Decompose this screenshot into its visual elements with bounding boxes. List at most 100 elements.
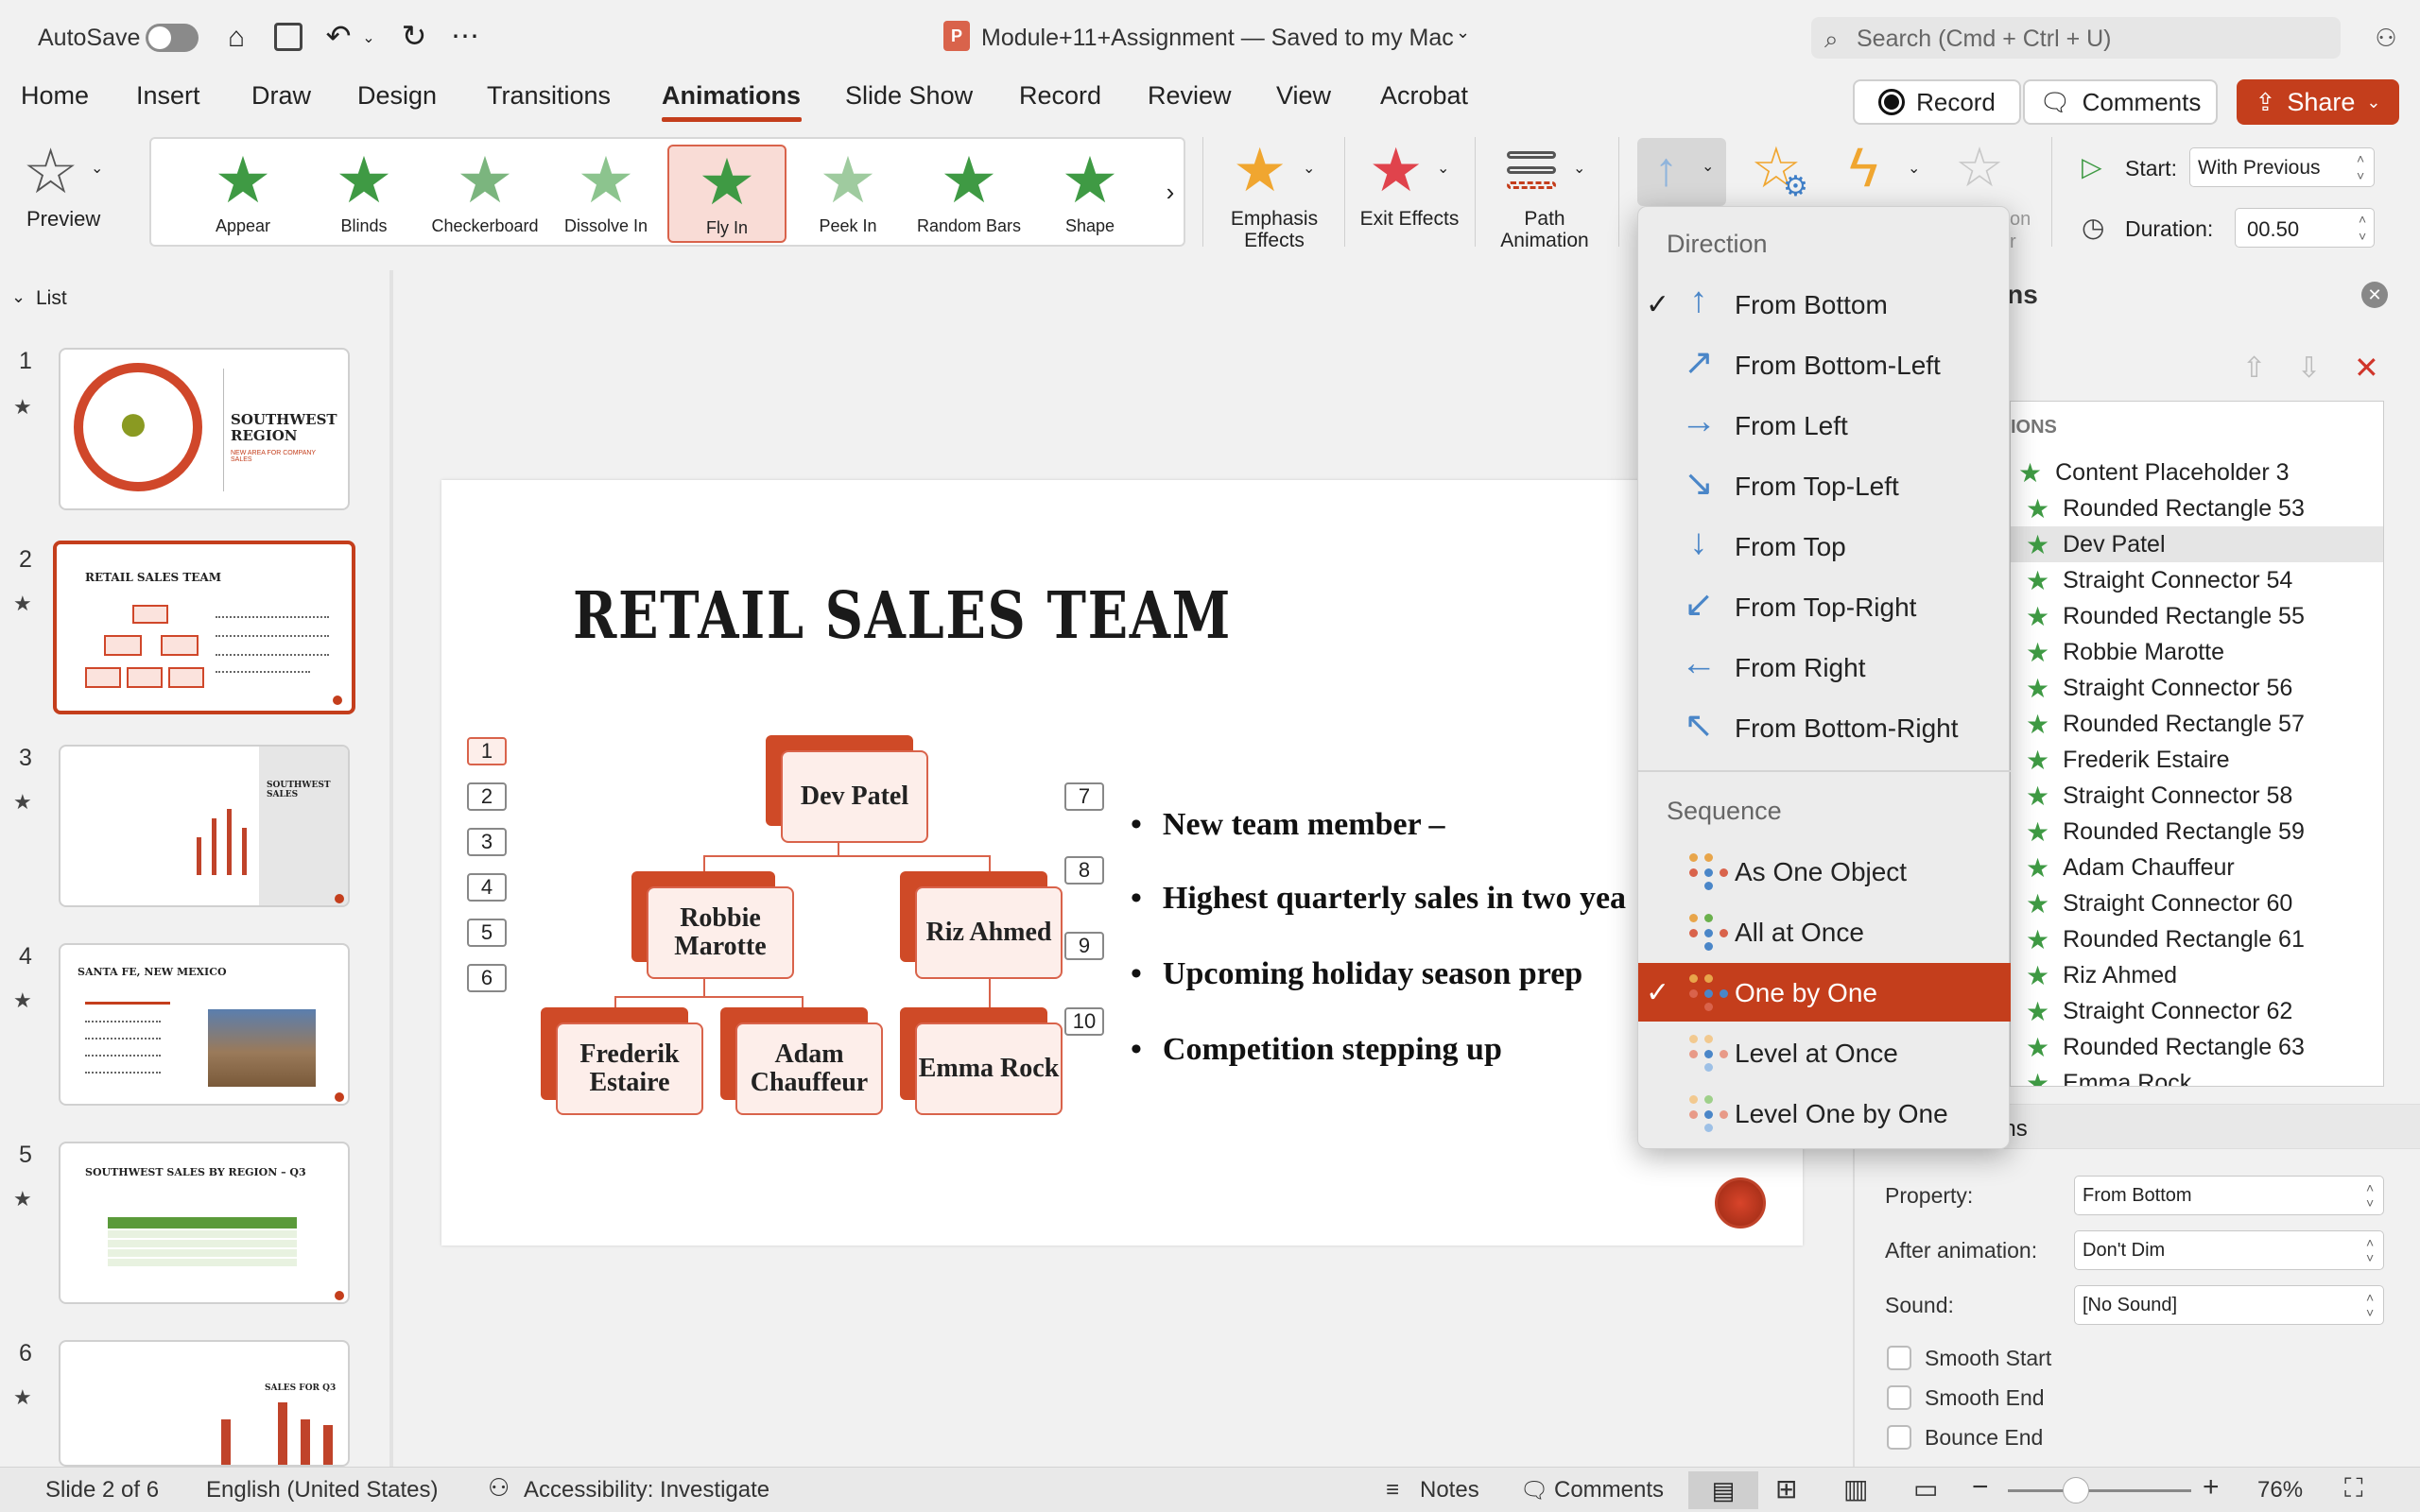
animation-order-tag[interactable]: 1	[467, 737, 507, 765]
org-node-mid-left[interactable]: Robbie Marotte	[647, 886, 794, 979]
animation-order-tag[interactable]: 6	[467, 964, 507, 992]
anim-appear[interactable]: ★ Appear	[183, 145, 302, 243]
zoom-slider-track[interactable]	[2008, 1489, 2191, 1492]
slide-thumbnail-3[interactable]: SOUTHWEST SALES	[59, 745, 350, 907]
animation-list-item[interactable]: ★ Straight Connector 58	[2011, 778, 2383, 814]
bullet-list[interactable]: • New team member – • Highest quarterly sa…	[1131, 807, 1641, 1091]
property-select[interactable]: From Bottom ˄ ˅	[2074, 1176, 2384, 1215]
duration-input[interactable]: 00.50 ˄ ˅	[2235, 208, 2375, 248]
animation-order-tag[interactable]: 8	[1064, 856, 1104, 885]
animation-list-item[interactable]: ★ Rounded Rectangle 63	[2011, 1029, 2383, 1065]
sound-select[interactable]: [No Sound] ˄ ˅	[2074, 1285, 2384, 1325]
share-people-icon[interactable]: ⚇	[2367, 19, 2405, 57]
animation-list-item[interactable]: ★ Straight Connector 54	[2011, 562, 2383, 598]
org-node-bottom-3[interactable]: Emma Rock	[915, 1022, 1063, 1115]
animation-list-item[interactable]: ★ Rounded Rectangle 53	[2011, 490, 2383, 526]
sequence-as-one-object[interactable]: As One Object	[1638, 842, 2011, 901]
smooth-end-checkbox[interactable]	[1887, 1385, 1911, 1410]
move-up-icon[interactable]: ⇧	[2242, 352, 2266, 385]
add-animation-button[interactable]: ☆ ⚙	[1751, 140, 1817, 206]
direction-from-bottom[interactable]: ✓ ↑ From Bottom	[1638, 275, 2011, 334]
bounce-end-checkbox[interactable]	[1887, 1425, 1911, 1450]
animation-list-item[interactable]: ★ Rounded Rectangle 59	[2011, 814, 2383, 850]
gallery-next-icon[interactable]: ›	[1159, 173, 1182, 211]
direction-from-left[interactable]: → From Left	[1638, 396, 2011, 455]
effect-options-button[interactable]: ↑ ⌄	[1637, 138, 1726, 206]
zoom-out-icon[interactable]: −	[1972, 1471, 1989, 1503]
tab-slide-show[interactable]: Slide Show	[845, 81, 973, 123]
slide-thumbnail-6[interactable]: SALES FOR Q3	[59, 1340, 350, 1467]
after-animation-select[interactable]: Don't Dim ˄ ˅	[2074, 1230, 2384, 1270]
tab-draw[interactable]: Draw	[251, 81, 311, 123]
tab-design[interactable]: Design	[357, 81, 437, 123]
search-box[interactable]: ⌕ Search (Cmd + Ctrl + U)	[1811, 17, 2341, 59]
direction-from-top-left[interactable]: ↘ From Top-Left	[1638, 456, 2011, 515]
direction-from-top[interactable]: ↓ From Top	[1638, 517, 2011, 576]
animation-list-item[interactable]: ★ Rounded Rectangle 57	[2011, 706, 2383, 742]
animation-order-tag[interactable]: 7	[1064, 782, 1104, 811]
preview-button[interactable]: ☆ ⌄ Preview	[17, 140, 121, 244]
slide-title[interactable]: RETAIL SALES TEAM	[573, 578, 1232, 654]
undo-icon[interactable]: ↶	[320, 17, 357, 55]
tab-record[interactable]: Record	[1019, 81, 1101, 123]
path-animation-button[interactable]: ⌄ Path Animation	[1488, 140, 1601, 253]
animation-list-item[interactable]: ★ Robbie Marotte	[2011, 634, 2383, 670]
fit-to-window-icon[interactable]: ⛶	[2344, 1473, 2363, 1504]
share-button[interactable]: ⇪ Share ⌄	[2237, 79, 2399, 125]
accessibility-status[interactable]: Accessibility: Investigate	[524, 1477, 769, 1503]
comments-button[interactable]: 🗨 Comments	[2023, 79, 2218, 125]
exit-effects-button[interactable]: ★ ⌄ Exit Effects	[1359, 140, 1460, 253]
reading-view-icon[interactable]: ▥	[1843, 1473, 1868, 1504]
title-chevron-icon[interactable]: ⌄	[1456, 23, 1470, 43]
animation-list-item-selected[interactable]: ★ Dev Patel	[2011, 526, 2383, 562]
slide-sorter-icon[interactable]: ⊞	[1775, 1473, 1797, 1504]
direction-from-bottom-left[interactable]: ↗ From Bottom-Left	[1638, 335, 2011, 394]
tab-acrobat[interactable]: Acrobat	[1380, 81, 1468, 123]
sequence-level-at-once[interactable]: Level at Once	[1638, 1023, 2011, 1082]
animation-list-item[interactable]: ★ Straight Connector 60	[2011, 885, 2383, 921]
tab-insert[interactable]: Insert	[136, 81, 200, 123]
anim-dissolve-in[interactable]: ★ Dissolve In	[546, 145, 666, 243]
zoom-in-icon[interactable]: +	[2203, 1471, 2220, 1503]
slide-thumbnail-1[interactable]: ● SOUTHWEST REGION NEW AREA FOR COMPANY …	[59, 348, 350, 510]
slideshow-icon[interactable]: ▭	[1913, 1473, 1938, 1504]
tab-review[interactable]: Review	[1148, 81, 1232, 123]
animation-list-item[interactable]: ★ Straight Connector 62	[2011, 993, 2383, 1029]
sequence-all-at-once[interactable]: All at Once	[1638, 902, 2011, 961]
redo-icon[interactable]: ↻	[395, 17, 433, 55]
sequence-one-by-one[interactable]: ✓ One by One	[1638, 963, 2011, 1022]
animation-list-item[interactable]: ★ Adam Chauffeur	[2011, 850, 2383, 885]
delete-icon[interactable]: ✕	[2354, 350, 2379, 386]
animation-list-item[interactable]: ★ Emma Rock	[2011, 1065, 2383, 1087]
anim-fly-in[interactable]: ★ Fly In	[667, 145, 786, 243]
close-pane-icon[interactable]: ✕	[2361, 282, 2388, 308]
animation-order-tag[interactable]: 9	[1064, 932, 1104, 960]
document-title[interactable]: Module+11+Assignment — Saved to my Mac	[981, 25, 1454, 52]
animation-order-tag[interactable]: 5	[467, 919, 507, 947]
smooth-start-checkbox[interactable]	[1887, 1346, 1911, 1370]
anim-random-bars[interactable]: ★ Random Bars	[909, 145, 1028, 243]
org-node-bottom-1[interactable]: Frederik Estaire	[556, 1022, 703, 1115]
tab-home[interactable]: Home	[21, 81, 89, 123]
slide-thumbnail-4[interactable]: SANTA FE, NEW MEXICO	[59, 943, 350, 1106]
animation-list-item[interactable]: ★ Rounded Rectangle 61	[2011, 921, 2383, 957]
record-button[interactable]: Record	[1853, 79, 2021, 125]
animation-list-item[interactable]: ★ Content Placeholder 3	[2011, 455, 2383, 490]
sequence-level-one-by-one[interactable]: Level One by One	[1638, 1084, 2011, 1143]
anim-blinds[interactable]: ★ Blinds	[304, 145, 424, 243]
anim-shape[interactable]: ★ Shape	[1030, 145, 1150, 243]
list-collapse-icon[interactable]: ⌄	[11, 287, 26, 307]
language-status[interactable]: English (United States)	[206, 1477, 438, 1503]
home-icon[interactable]: ⌂	[216, 19, 257, 57]
direction-from-right[interactable]: ← From Right	[1638, 638, 2011, 696]
slide-thumbnail-2[interactable]: RETAIL SALES TEAM	[53, 541, 355, 714]
animation-list-item[interactable]: ★ Riz Ahmed	[2011, 957, 2383, 993]
comments-status-button[interactable]: Comments	[1554, 1477, 1664, 1503]
trigger-button[interactable]: ϟ ⌄	[1845, 140, 1921, 206]
start-select[interactable]: With Previous ˄ ˅	[2189, 147, 2375, 187]
tab-view[interactable]: View	[1276, 81, 1331, 123]
pane-divider[interactable]	[389, 270, 393, 1467]
more-icon[interactable]: ⋯	[446, 17, 484, 55]
slide-thumbnail-5[interactable]: SOUTHWEST SALES BY REGION – Q3	[59, 1142, 350, 1304]
anim-peek-in[interactable]: ★ Peek In	[788, 145, 908, 243]
